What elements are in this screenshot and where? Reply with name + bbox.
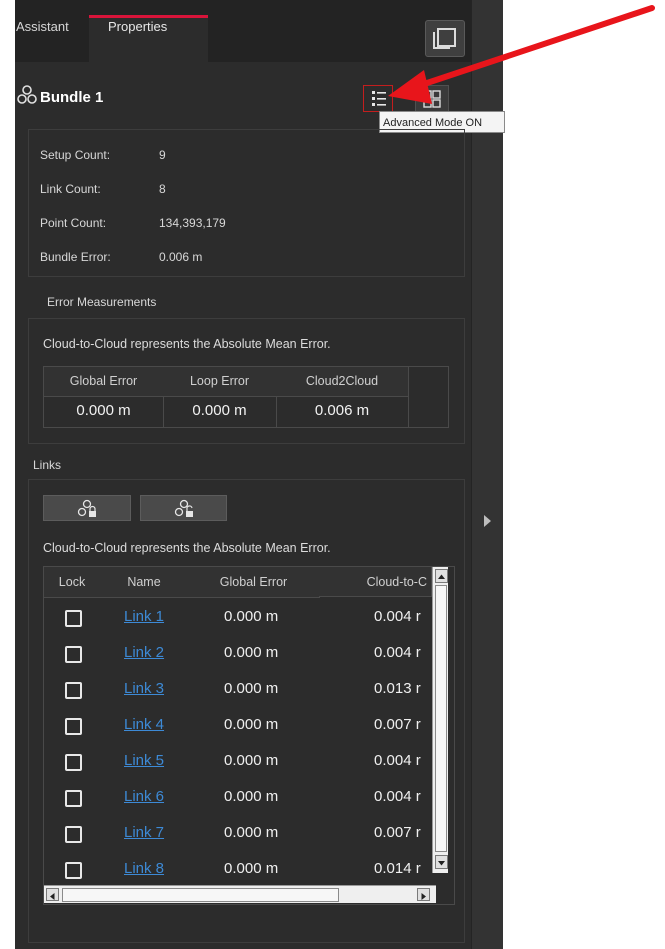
annotation-arrow-icon [388,5,655,104]
table-row: Link 5 0.000 m 0.004 r [44,746,444,782]
link-name[interactable]: Link 5 [124,752,164,769]
table-row: Link 6 0.000 m 0.004 r [44,782,444,818]
point-count-label: Point Count: [40,216,107,230]
lock-checkbox[interactable] [65,826,82,843]
vertical-scrollbar[interactable] [432,567,448,873]
horizontal-scrollbar[interactable] [44,885,436,903]
link-global-error: 0.000 m [224,824,279,841]
lock-checkbox[interactable] [65,646,82,663]
lock-checkbox[interactable] [65,754,82,771]
link-cloud-error: 0.013 r [374,680,421,697]
table-row: Link 4 0.000 m 0.007 r [44,710,444,746]
links-note: Cloud-to-Cloud represents the Absolute M… [43,541,331,555]
scroll-right-icon[interactable] [417,888,430,901]
link-global-error: 0.000 m [224,860,279,877]
error-note: Cloud-to-Cloud represents the Absolute M… [43,337,331,351]
tab-assistant[interactable]: Assistant [16,19,69,34]
error-value-global: 0.000 m [44,396,164,427]
link-name[interactable]: Link 2 [124,644,164,661]
error-value-cloud: 0.006 m [276,396,409,427]
scroll-down-icon[interactable] [435,855,448,869]
scroll-left-icon[interactable] [46,888,59,901]
link-name[interactable]: Link 3 [124,680,164,697]
link-cloud-error: 0.004 r [374,644,421,661]
horizontal-scroll-thumb[interactable] [62,888,339,902]
lock-checkbox[interactable] [65,610,82,627]
link-cloud-error: 0.004 r [374,788,421,805]
link-name[interactable]: Link 6 [124,788,164,805]
link-global-error: 0.000 m [224,716,279,733]
expand-arrow-icon[interactable] [484,515,491,527]
error-header-cloud: Cloud2Cloud [276,367,409,396]
link-cloud-error: 0.014 r [374,860,421,877]
links-title: Links [33,458,62,472]
link-count-value: 8 [159,182,166,196]
setup-count-value: 9 [159,148,166,162]
tab-active-indicator [89,15,208,18]
vertical-scroll-thumb[interactable] [435,585,447,852]
link-global-error: 0.000 m [224,680,279,697]
error-header-loop: Loop Error [163,367,277,396]
table-row: Link 7 0.000 m 0.007 r [44,818,444,854]
error-value-loop: 0.000 m [163,396,277,427]
bundle-error-label: Bundle Error: [40,250,111,264]
link-name[interactable]: Link 8 [124,860,164,877]
error-header-global: Global Error [44,367,164,396]
link-global-error: 0.000 m [224,788,279,805]
links-header-cloud: Cloud-to-C [319,567,432,597]
bundle-unlock-icon [174,499,193,517]
collapse-strip[interactable] [471,0,503,949]
scroll-up-icon[interactable] [435,569,448,583]
unlock-all-button[interactable] [140,495,227,521]
bundle-icon [17,85,37,104]
bundle-lock-icon [77,499,96,517]
link-count-label: Link Count: [40,182,101,196]
setup-count-label: Setup Count: [40,148,111,162]
lock-checkbox[interactable] [65,862,82,879]
lock-checkbox[interactable] [65,682,82,699]
link-name[interactable]: Link 1 [124,608,164,625]
table-row: Link 1 0.000 m 0.004 r [44,602,444,638]
bundle-title: Bundle 1 [40,89,104,106]
lock-checkbox[interactable] [65,790,82,807]
links-header-global-error: Global Error [188,567,320,598]
link-cloud-error: 0.007 r [374,716,421,733]
error-measurements-title: Error Measurements [47,295,157,309]
link-name[interactable]: Link 4 [124,716,164,733]
lock-all-button[interactable] [43,495,131,521]
link-global-error: 0.000 m [224,644,279,661]
tab-properties[interactable]: Properties [108,19,167,34]
table-row: Link 3 0.000 m 0.013 r [44,674,444,710]
links-table: Lock Name Global Error Cloud-to-C Link 1… [43,566,455,905]
links-header-name: Name [100,567,189,598]
bundle-error-value: 0.006 m [159,250,203,264]
links-header-lock: Lock [44,567,101,598]
link-cloud-error: 0.004 r [374,752,421,769]
link-cloud-error: 0.007 r [374,824,421,841]
lock-checkbox[interactable] [65,718,82,735]
table-row: Link 2 0.000 m 0.004 r [44,638,444,674]
link-cloud-error: 0.004 r [374,608,421,625]
link-global-error: 0.000 m [224,608,279,625]
link-global-error: 0.000 m [224,752,279,769]
link-name[interactable]: Link 7 [124,824,164,841]
error-table: Global Error Loop Error Cloud2Cloud 0.00… [43,366,449,428]
point-count-value: 134,393,179 [159,216,226,230]
